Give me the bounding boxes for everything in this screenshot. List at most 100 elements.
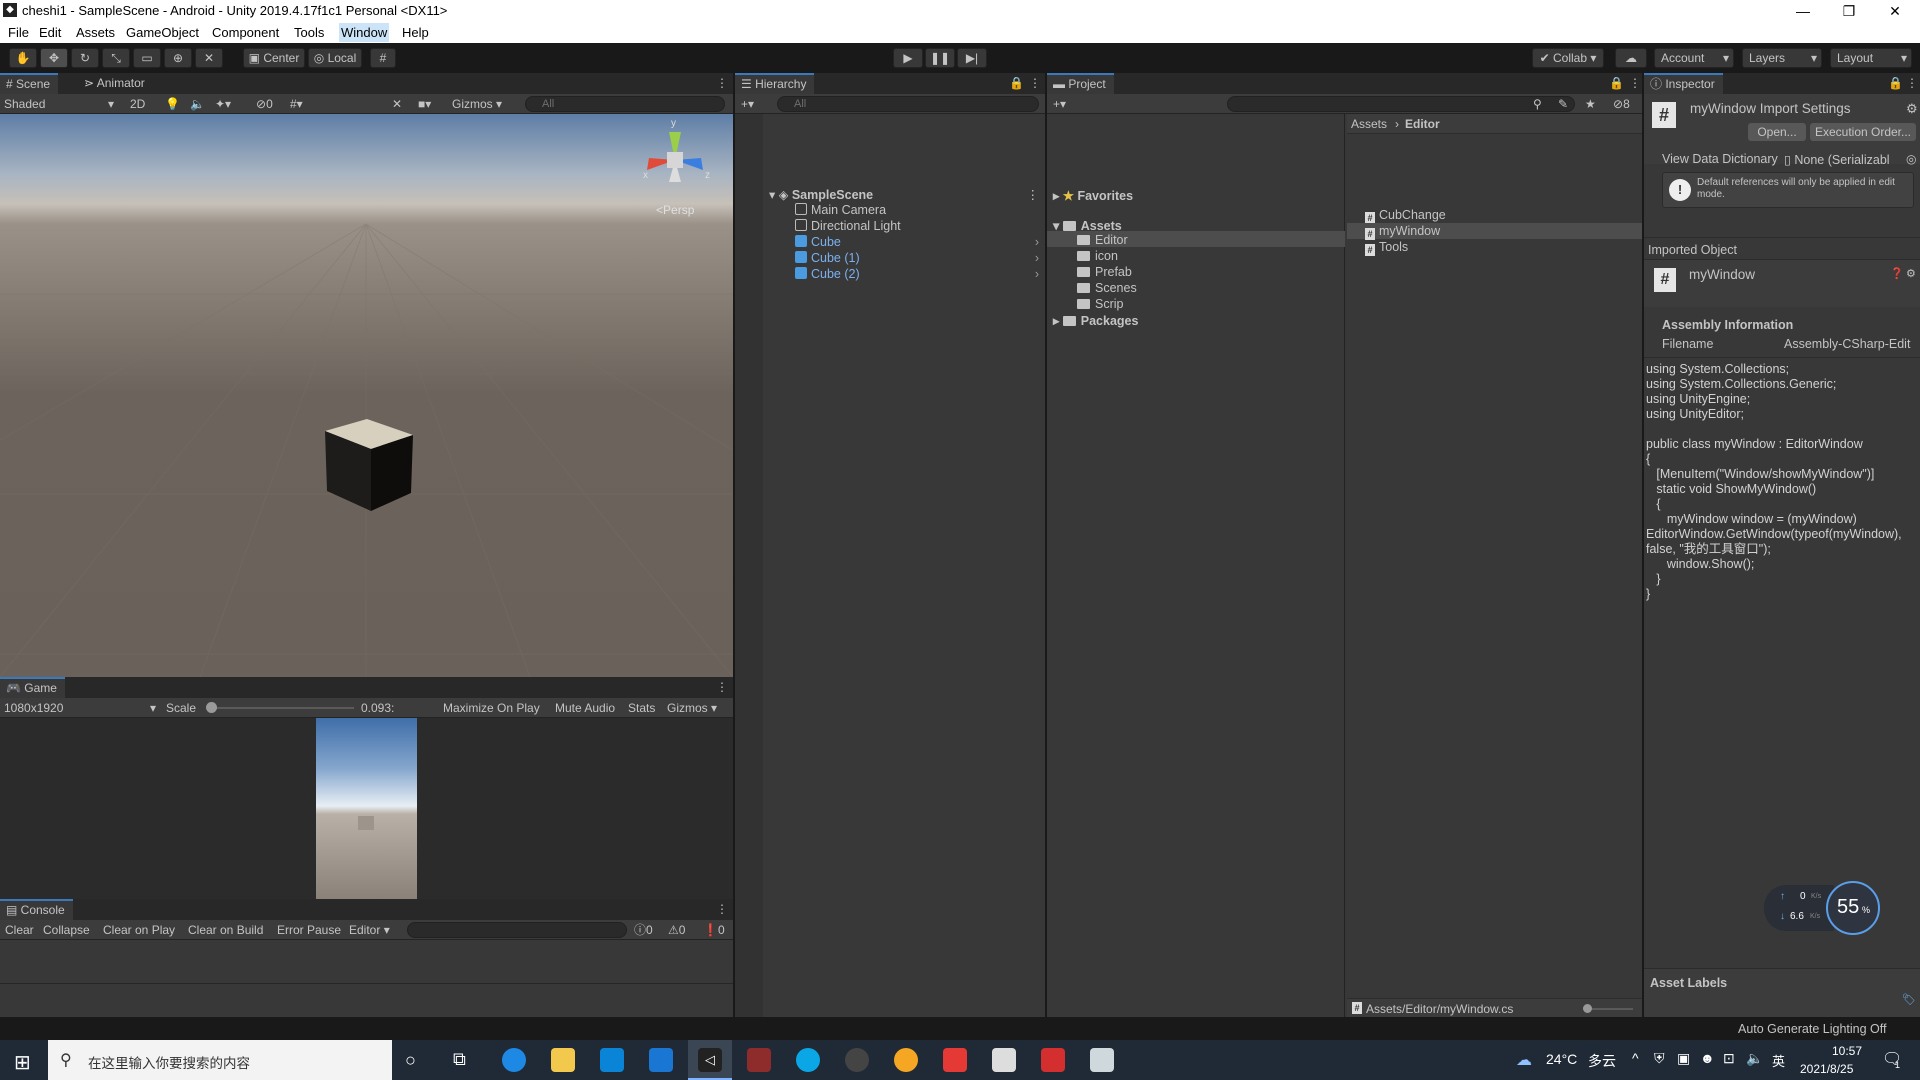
- chevron-right-icon[interactable]: ›: [1035, 251, 1039, 265]
- menu-help[interactable]: Help: [402, 25, 429, 40]
- hierarchy-item-main-camera[interactable]: Main Camera: [795, 203, 886, 217]
- menu-assets[interactable]: Assets: [76, 25, 115, 40]
- pivot-space-button[interactable]: ◎ Local: [308, 48, 362, 68]
- hierarchy-item-cube-2[interactable]: Cube (2) ›: [795, 267, 1039, 281]
- tab-project[interactable]: ▬ Project: [1047, 73, 1114, 94]
- tab-inspector[interactable]: ⓘ Inspector: [1644, 73, 1723, 94]
- stats-toggle[interactable]: Stats: [628, 699, 655, 717]
- folder-editor[interactable]: Editor: [1077, 233, 1128, 247]
- play-button[interactable]: ▶: [893, 48, 923, 68]
- wps-icon[interactable]: [1041, 1048, 1065, 1072]
- tray-app-icon[interactable]: ▣: [1677, 1050, 1690, 1067]
- object-picker-icon[interactable]: ◎: [1906, 152, 1916, 166]
- tab-scene[interactable]: # Scene: [0, 73, 59, 94]
- effects-toggle-icon[interactable]: ✦▾: [215, 95, 231, 113]
- menu-file[interactable]: File: [8, 25, 29, 40]
- file-tools[interactable]: # Tools: [1365, 240, 1408, 256]
- tab-hierarchy[interactable]: ☰ Hierarchy: [735, 73, 815, 94]
- clock-date[interactable]: 2021/8/25: [1800, 1062, 1853, 1076]
- menu-tools[interactable]: Tools: [294, 25, 324, 40]
- orientation-gizmo[interactable]: y x z: [635, 118, 715, 200]
- clear-on-build-toggle[interactable]: Clear on Build: [188, 921, 263, 939]
- task-view-icon[interactable]: ⧉: [453, 1049, 466, 1070]
- menu-gameobject[interactable]: GameObject: [126, 25, 199, 40]
- panel-menu-icon[interactable]: ⋮: [710, 73, 736, 94]
- step-button[interactable]: ▶|: [957, 48, 987, 68]
- settings-gear-icon[interactable]: ⚙: [1906, 101, 1918, 117]
- hierarchy-item-directional-light[interactable]: Directional Light: [795, 219, 901, 233]
- panel-menu-icon[interactable]: ⋮: [1023, 73, 1049, 94]
- code-editor-icon[interactable]: [992, 1048, 1016, 1072]
- hierarchy-item-cube-1[interactable]: Cube (1) ›: [795, 251, 1039, 265]
- chevron-right-icon[interactable]: ›: [1035, 235, 1039, 249]
- scene-search-input[interactable]: All: [525, 96, 725, 112]
- open-button[interactable]: Open...: [1748, 123, 1806, 141]
- icon-size-slider[interactable]: [1583, 1004, 1633, 1013]
- hand-tool-icon[interactable]: ✋: [9, 48, 37, 68]
- ime-indicator[interactable]: 英: [1772, 1051, 1785, 1070]
- grid-toggle-icon[interactable]: #▾: [290, 95, 303, 113]
- weather-temp[interactable]: 24°C: [1546, 1051, 1577, 1067]
- log-filter-toggle[interactable]: ⓘ0: [634, 921, 653, 939]
- windows-start-icon[interactable]: ⊞: [14, 1050, 31, 1075]
- search-by-type-icon[interactable]: ⚲: [1533, 95, 1542, 113]
- file-mywindow[interactable]: # myWindow: [1365, 224, 1440, 240]
- rider-icon[interactable]: [747, 1048, 771, 1072]
- camera-icon[interactable]: ■▾: [418, 95, 431, 113]
- tools-icon[interactable]: ✕: [392, 95, 402, 113]
- folder-prefab[interactable]: Prefab: [1077, 265, 1132, 279]
- gizmos-dropdown[interactable]: Gizmos ▾: [452, 95, 502, 113]
- tab-console[interactable]: ▤ Console: [0, 899, 73, 920]
- network-icon[interactable]: ⊡: [1723, 1050, 1735, 1067]
- browser-icon[interactable]: [796, 1048, 820, 1072]
- taskbar-search-box[interactable]: ⚲ 在这里输入你要搜索的内容: [48, 1040, 392, 1080]
- grid-snap-icon[interactable]: #: [370, 48, 396, 68]
- label-tag-icon[interactable]: 🏷: [1902, 993, 1916, 1006]
- pause-button[interactable]: ❚❚: [925, 48, 955, 68]
- game-view[interactable]: [316, 718, 417, 899]
- layout-dropdown[interactable]: Layout ▾: [1830, 48, 1912, 68]
- lighting-status[interactable]: Auto Generate Lighting Off: [1738, 1022, 1886, 1036]
- panel-menu-icon[interactable]: ⋮: [710, 677, 736, 698]
- hidden-objects-toggle[interactable]: ⊘0: [256, 95, 273, 113]
- error-filter-toggle[interactable]: ❗0: [703, 921, 725, 939]
- scale-tool-icon[interactable]: ⤡: [102, 48, 130, 68]
- rotate-tool-icon[interactable]: ↻: [71, 48, 99, 68]
- mute-audio-toggle[interactable]: Mute Audio: [555, 699, 615, 717]
- custom-tool-icon[interactable]: ✕: [195, 48, 223, 68]
- minimize-button[interactable]: —: [1780, 0, 1826, 22]
- scale-slider-handle[interactable]: [206, 702, 217, 713]
- github-icon[interactable]: [845, 1048, 869, 1072]
- security-shield-icon[interactable]: ⛨: [1654, 1050, 1665, 1067]
- close-button[interactable]: ✕: [1872, 0, 1918, 22]
- volume-icon[interactable]: 🔈: [1746, 1050, 1763, 1067]
- taskbar-unity-active[interactable]: ◁: [688, 1040, 732, 1080]
- game-gizmos-dropdown[interactable]: Gizmos ▾: [667, 699, 717, 717]
- file-cubchange[interactable]: # CubChange: [1365, 208, 1446, 224]
- qq-tray-icon[interactable]: ☻: [1700, 1050, 1715, 1066]
- console-search-input[interactable]: [407, 922, 627, 938]
- scene-menu-icon[interactable]: ⋮: [1027, 187, 1040, 202]
- console-clear-button[interactable]: Clear: [5, 921, 34, 939]
- scene-root-row[interactable]: ▾ ◈ SampleScene ⋮: [769, 187, 1039, 202]
- settings-gear-icon[interactable]: ⚙: [1906, 267, 1916, 280]
- clock-time[interactable]: 10:57: [1832, 1044, 1862, 1058]
- chevron-right-icon[interactable]: ›: [1035, 267, 1039, 281]
- layers-dropdown[interactable]: Layers ▾: [1742, 48, 1822, 68]
- hierarchy-item-cube[interactable]: Cube ›: [795, 235, 1039, 249]
- tab-animator[interactable]: ⋗ Animator: [78, 73, 153, 94]
- execution-order-button[interactable]: Execution Order...: [1810, 123, 1916, 141]
- move-tool-icon[interactable]: ✥: [40, 48, 68, 68]
- menu-edit[interactable]: Edit: [39, 25, 61, 40]
- projection-toggle[interactable]: <Persp: [656, 203, 694, 217]
- packages-row[interactable]: ▸ Packages: [1053, 313, 1138, 328]
- mode-2d-toggle[interactable]: 2D: [130, 95, 145, 113]
- hidden-packages-toggle[interactable]: ⊘8: [1613, 95, 1630, 113]
- favorite-star-icon[interactable]: ★: [1585, 95, 1596, 113]
- app-red-icon[interactable]: [943, 1048, 967, 1072]
- qq-icon[interactable]: [894, 1048, 918, 1072]
- resolution-dropdown[interactable]: 1080x1920 ▾: [4, 699, 156, 717]
- remote-desktop-icon[interactable]: [1090, 1048, 1114, 1072]
- file-explorer-icon[interactable]: [551, 1048, 575, 1072]
- maximize-on-play-toggle[interactable]: Maximize On Play: [443, 699, 540, 717]
